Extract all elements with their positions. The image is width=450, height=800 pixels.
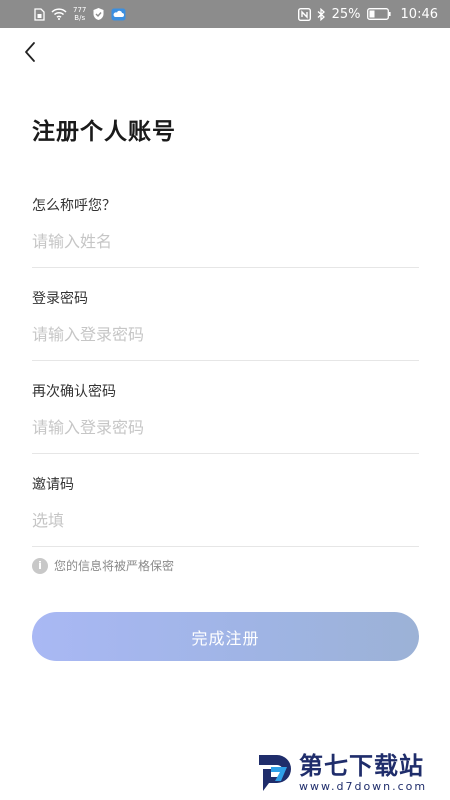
- register-screen: 777 B/s 25% 10:46 注册个人账号 怎么称呼您？ 请输入姓名 登录…: [0, 0, 450, 800]
- privacy-note-text: 您的信息将被严格保密: [54, 559, 175, 573]
- invite-code-input[interactable]: [32, 506, 419, 534]
- sim-card-icon: [34, 7, 45, 21]
- name-label: 怎么称呼您？: [32, 198, 116, 214]
- watermark-url: www.d7down.com: [299, 780, 428, 793]
- status-bar: 777 B/s 25% 10:46: [0, 0, 450, 28]
- battery-icon: [366, 8, 391, 20]
- nfc-icon: [297, 7, 311, 21]
- watermark-text: 第七下载站 www.d7down.com: [299, 754, 427, 792]
- confirm-password-input[interactable]: [32, 413, 419, 441]
- chevron-left-icon: [25, 42, 35, 62]
- back-button[interactable]: [14, 36, 46, 68]
- watermark: 第七下载站 www.d7down.com: [255, 750, 445, 796]
- watermark-name: 第七下载站: [299, 752, 424, 780]
- info-icon: i: [32, 557, 48, 574]
- invite-code-field-group: 邀请码: [32, 474, 419, 547]
- name-field-group: 怎么称呼您？: [32, 195, 419, 268]
- clock: 10:46: [400, 6, 438, 22]
- battery-percent: 25%: [331, 6, 361, 22]
- complete-registration-button[interactable]: 完成注册: [32, 612, 419, 661]
- cloud-icon: [111, 8, 126, 21]
- status-bar-right: 25% 10:46: [297, 6, 438, 22]
- confirm-password-label: 再次确认密码: [32, 384, 116, 400]
- password-field-group: 登录密码: [32, 288, 419, 361]
- invite-code-label: 邀请码: [32, 477, 74, 493]
- page-title: 注册个人账号: [32, 119, 176, 145]
- password-input[interactable]: [32, 320, 419, 348]
- status-bar-left: 777 B/s: [34, 6, 126, 22]
- password-label: 登录密码: [32, 291, 88, 307]
- invite-code-divider: [32, 546, 419, 547]
- bluetooth-icon: [317, 7, 326, 21]
- name-input[interactable]: [32, 227, 419, 255]
- wifi-icon: [51, 8, 67, 20]
- network-speed: 777 B/s: [73, 6, 87, 22]
- privacy-note: i 您的信息将被严格保密: [32, 557, 174, 574]
- confirm-password-field-group: 再次确认密码: [32, 381, 419, 454]
- password-divider: [32, 360, 419, 361]
- d7-logo-icon: [255, 753, 293, 793]
- shield-check-icon: [92, 7, 105, 21]
- confirm-password-divider: [32, 453, 419, 454]
- name-divider: [32, 267, 419, 268]
